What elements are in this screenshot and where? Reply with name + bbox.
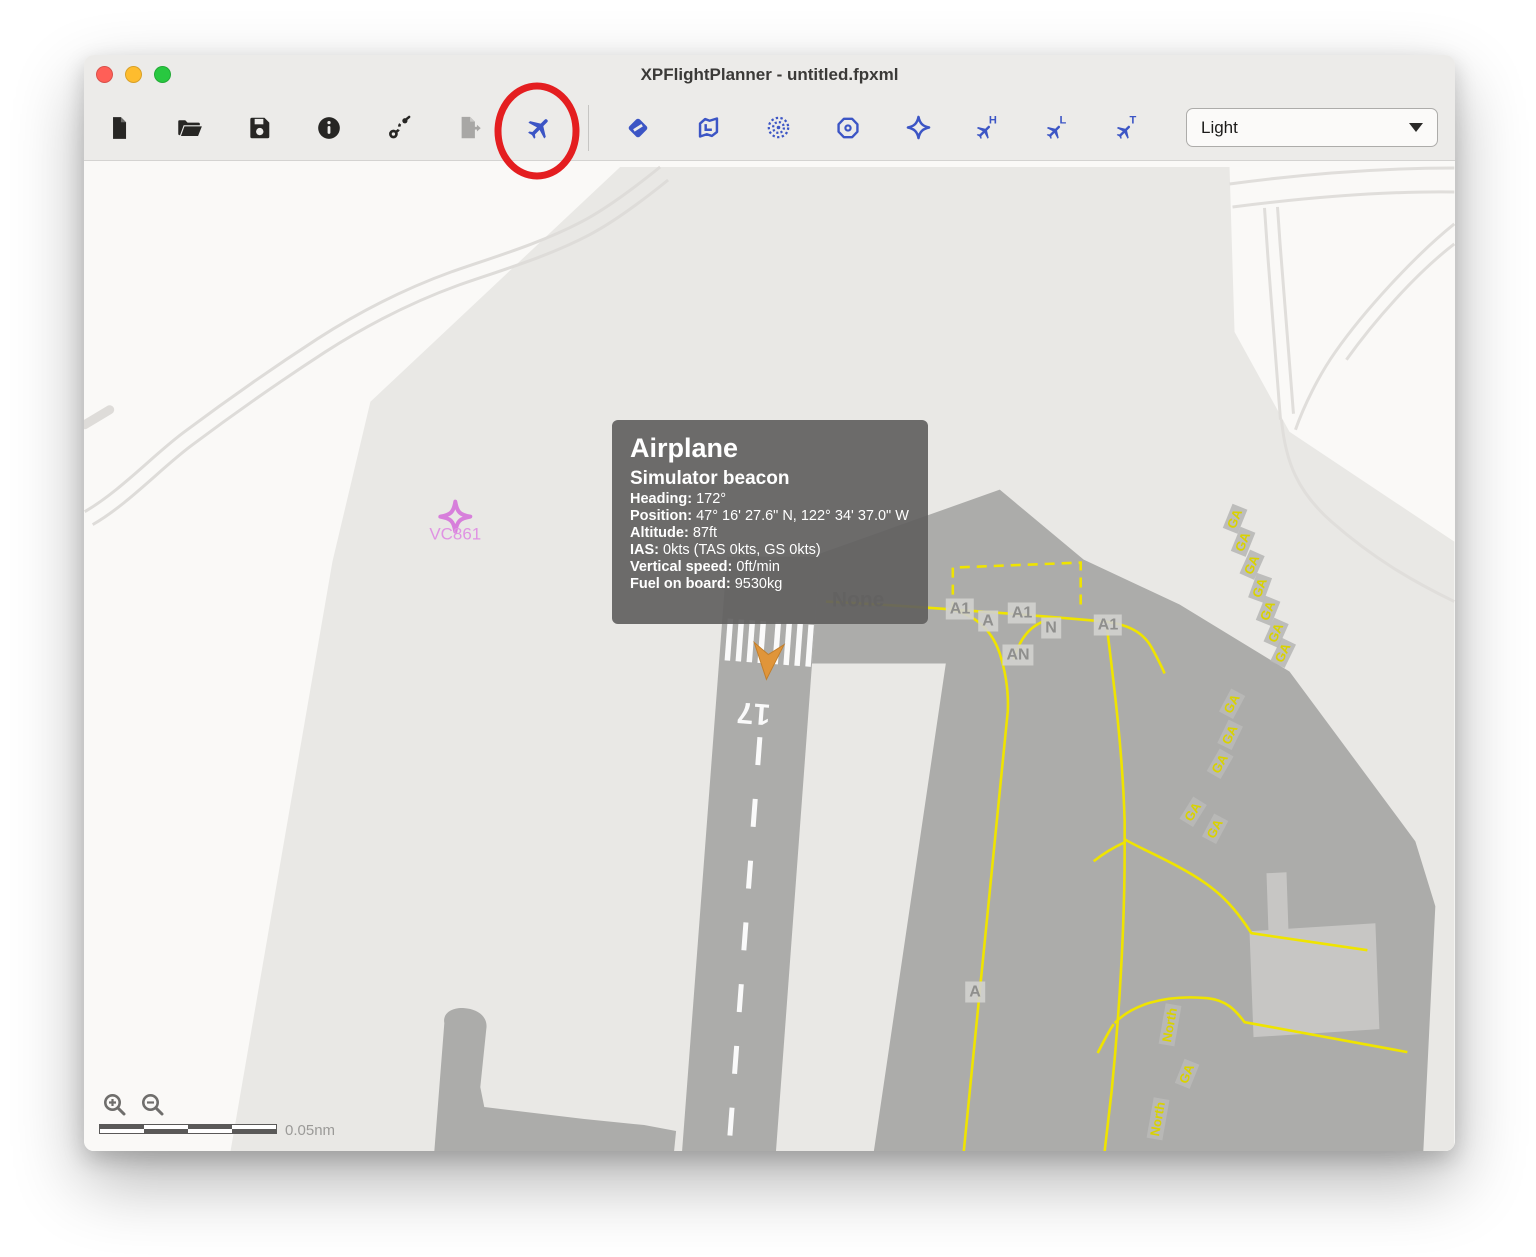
tooltip-row: Position: 47° 16' 27.6" N, 122° 34' 37.0… [630, 508, 910, 525]
map-canvas[interactable]: 17 None [84, 162, 1455, 1151]
new-file-button[interactable] [84, 104, 154, 152]
zoom-controls [102, 1092, 166, 1118]
waypoint-label: VC861 [429, 525, 481, 544]
zoom-out-icon [140, 1106, 166, 1121]
info-button[interactable] [294, 104, 364, 152]
svg-text:L: L [1060, 114, 1067, 126]
vor-layer-button[interactable] [743, 104, 813, 152]
ndb-layer-button[interactable] [813, 104, 883, 152]
tooltip-row-value: 0kts (TAS 0kts, GS 0kts) [663, 542, 821, 558]
heavy-airports-icon: H [974, 114, 1002, 142]
zoom-in-icon [102, 1106, 128, 1121]
fix-layer-icon [905, 114, 932, 141]
map-scale: 0.05nm [99, 1121, 335, 1139]
aircraft-tooltip: Airplane Simulator beacon Heading: 172° … [612, 420, 928, 624]
tooltip-row-value: 0ft/min [736, 559, 780, 575]
zoom-out-button[interactable] [140, 1092, 166, 1118]
tooltip-row: Vertical speed: 0ft/min [630, 559, 910, 576]
map-layer-icon [695, 114, 722, 141]
towered-airports-icon: T [1114, 114, 1142, 142]
light-airports-layer-button[interactable]: L [1023, 104, 1093, 152]
svg-text:H: H [989, 114, 997, 126]
zoom-in-button[interactable] [102, 1092, 128, 1118]
map-layer-button[interactable] [673, 104, 743, 152]
open-file-button[interactable] [154, 104, 224, 152]
towered-airports-layer-button[interactable]: T [1093, 104, 1163, 152]
export-icon [456, 114, 483, 141]
save-file-button[interactable] [224, 104, 294, 152]
titlebar: XPFlightPlanner - untitled.fpxml [84, 55, 1455, 95]
info-icon [316, 115, 342, 141]
tooltip-row-label: IAS: [630, 542, 659, 558]
tooltip-row: IAS: 0kts (TAS 0kts, GS 0kts) [630, 542, 910, 559]
tooltip-row-label: Heading: [630, 491, 692, 507]
tooltip-row-label: Altitude: [630, 525, 689, 541]
toolbar: H L T Light [84, 95, 1455, 161]
open-folder-icon [176, 114, 203, 141]
vor-layer-icon [765, 114, 792, 141]
new-file-icon [106, 115, 132, 141]
heavy-airports-layer-button[interactable]: H [953, 104, 1023, 152]
route-icon [386, 114, 413, 141]
airspace-layer-button[interactable] [603, 104, 673, 152]
tooltip-row: Heading: 172° [630, 491, 910, 508]
light-airports-icon: L [1044, 114, 1072, 142]
airspace-layer-icon [625, 115, 651, 141]
tooltip-row-value: 172° [696, 491, 726, 507]
app-window: XPFlightPlanner - untitled.fpxml [84, 55, 1455, 1151]
export-flightplan-button[interactable] [434, 104, 504, 152]
map-style-value: Light [1201, 118, 1409, 138]
tooltip-row-value: 9530kg [735, 576, 783, 592]
map-graphics: 17 None [84, 162, 1455, 1151]
traffic-lights [96, 66, 171, 83]
svg-text:T: T [1130, 114, 1137, 126]
close-button[interactable] [96, 66, 113, 83]
tooltip-row-label: Fuel on board: [630, 576, 731, 592]
airplane-icon [525, 114, 553, 142]
maximize-button[interactable] [154, 66, 171, 83]
scale-label: 0.05nm [285, 1122, 335, 1139]
window-title: XPFlightPlanner - untitled.fpxml [641, 65, 899, 85]
tooltip-row-value: 87ft [693, 525, 717, 541]
scale-bar-graphic [99, 1121, 277, 1139]
minimize-button[interactable] [125, 66, 142, 83]
save-icon [246, 115, 272, 141]
tooltip-title: Airplane [630, 432, 910, 464]
chevron-down-icon [1409, 123, 1423, 132]
tooltip-row-value: 47° 16' 27.6" N, 122° 34' 37.0" W [696, 508, 909, 524]
route-button[interactable] [364, 104, 434, 152]
tooltip-row-label: Vertical speed: [630, 559, 732, 575]
runway-number: 17 [736, 695, 772, 730]
airplane-position-button[interactable] [504, 104, 574, 152]
tooltip-row: Altitude: 87ft [630, 525, 910, 542]
tooltip-row-label: Position: [630, 508, 692, 524]
map-style-dropdown[interactable]: Light [1186, 108, 1438, 147]
ndb-layer-icon [835, 115, 861, 141]
fix-layer-button[interactable] [883, 104, 953, 152]
toolbar-separator [588, 105, 589, 151]
tooltip-subtitle: Simulator beacon [630, 467, 910, 491]
tooltip-row: Fuel on board: 9530kg [630, 576, 910, 593]
